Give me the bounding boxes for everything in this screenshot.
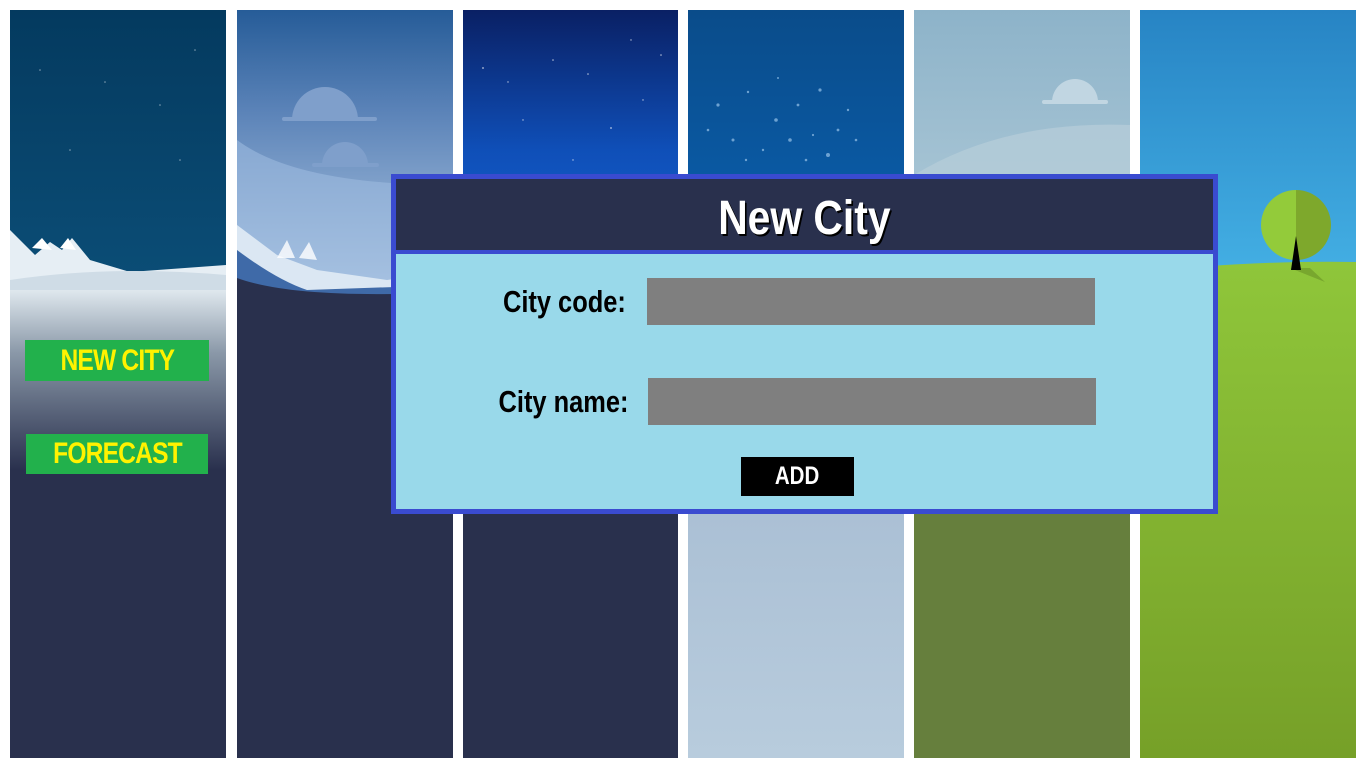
forecast-button[interactable]: FORECAST — [26, 434, 208, 474]
city-name-label: City name: — [470, 384, 628, 420]
new-city-button[interactable]: NEW CITY — [25, 340, 209, 381]
background-panel-snowy-night — [10, 10, 226, 758]
city-code-label-text: City code: — [503, 284, 626, 319]
new-city-dialog: New City City code: City name: ADD — [391, 174, 1218, 514]
city-code-label: City code: — [476, 284, 626, 320]
dialog-title: New City — [718, 192, 891, 245]
forecast-button-label: FORECAST — [52, 437, 183, 470]
city-name-input[interactable] — [648, 378, 1096, 425]
new-city-button-label: NEW CITY — [60, 343, 175, 377]
dialog-header: New City — [396, 179, 1213, 250]
city-code-input[interactable] — [647, 278, 1095, 325]
city-name-label-text: City name: — [498, 384, 628, 419]
add-button[interactable]: ADD — [741, 457, 854, 496]
dialog-body: City code: City name: ADD — [396, 254, 1213, 509]
add-button-label: ADD — [775, 462, 820, 490]
